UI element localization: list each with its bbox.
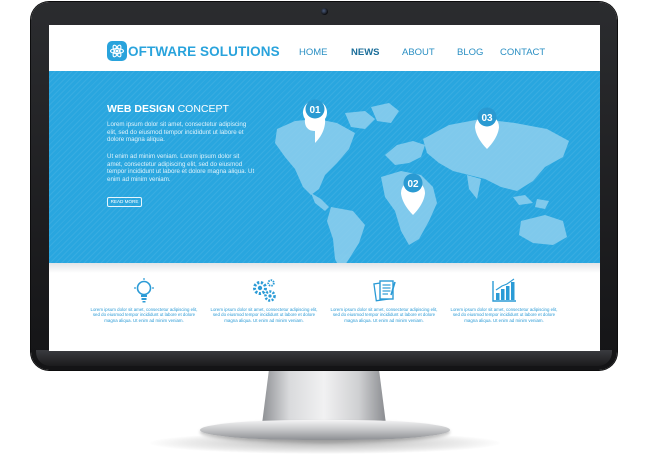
monitor-stand-neck: [262, 366, 386, 424]
documents-icon: [373, 280, 396, 302]
feature-card: Lorem ipsum dolor sit amet, consectetur …: [89, 273, 199, 347]
feature-text: Lorem ipsum dolor sit amet, consectetur …: [330, 307, 438, 323]
hero-banner: 01 02 03 WEB DESIGN CONCEPT Lorem ipsum …: [49, 71, 600, 263]
feature-text: Lorem ipsum dolor sit amet, consectetur …: [210, 307, 318, 323]
hero-bottom-shadow: [49, 263, 600, 273]
nav-item-blog[interactable]: BLOG: [457, 47, 483, 58]
read-more-button[interactable]: READ MORE: [107, 197, 142, 207]
webcam-icon: [321, 8, 328, 15]
feature-card: Lorem ipsum dolor sit amet, consectetur …: [209, 273, 319, 347]
feature-card: Lorem ipsum dolor sit amet, consectetur …: [329, 273, 439, 347]
nav-item-home[interactable]: HOME: [299, 47, 328, 58]
map-pin-label: 03: [481, 113, 493, 124]
map-pin-label: 02: [407, 179, 419, 190]
map-pin-label: 01: [309, 105, 321, 116]
feature-text: Lorem ipsum dolor sit amet, consectetur …: [450, 307, 558, 323]
lightbulb-icon: [134, 278, 154, 303]
nav-item-about[interactable]: ABOUT: [402, 47, 435, 58]
hero-title: WEB DESIGN CONCEPT: [107, 103, 229, 115]
nav-menu: HOME NEWS ABOUT BLOG CONTACT: [49, 47, 600, 61]
hero-paragraph-2: Ut enim ad minim veniam. Lorem ipsum dol…: [107, 153, 255, 183]
hero-title-rest: CONCEPT: [174, 103, 229, 115]
top-navigation: OFTWARE SOLUTIONS HOME NEWS ABOUT BLOG C…: [49, 25, 600, 71]
bar-chart-icon: [492, 278, 516, 302]
feature-text: Lorem ipsum dolor sit amet, consectetur …: [90, 307, 198, 323]
nav-item-contact[interactable]: CONTACT: [500, 47, 545, 58]
monitor-screen: OFTWARE SOLUTIONS HOME NEWS ABOUT BLOG C…: [49, 25, 600, 351]
feature-card: Lorem ipsum dolor sit amet, consectetur …: [449, 273, 559, 347]
hero-paragraph-1: Lorem ipsum dolor sit amet, consectetur …: [107, 121, 247, 144]
monitor-chin: [36, 350, 612, 366]
monitor-stand-base: [200, 420, 450, 440]
nav-item-news[interactable]: NEWS: [351, 47, 380, 58]
gears-icon: [253, 279, 276, 302]
hero-title-bold: WEB DESIGN: [107, 103, 175, 115]
